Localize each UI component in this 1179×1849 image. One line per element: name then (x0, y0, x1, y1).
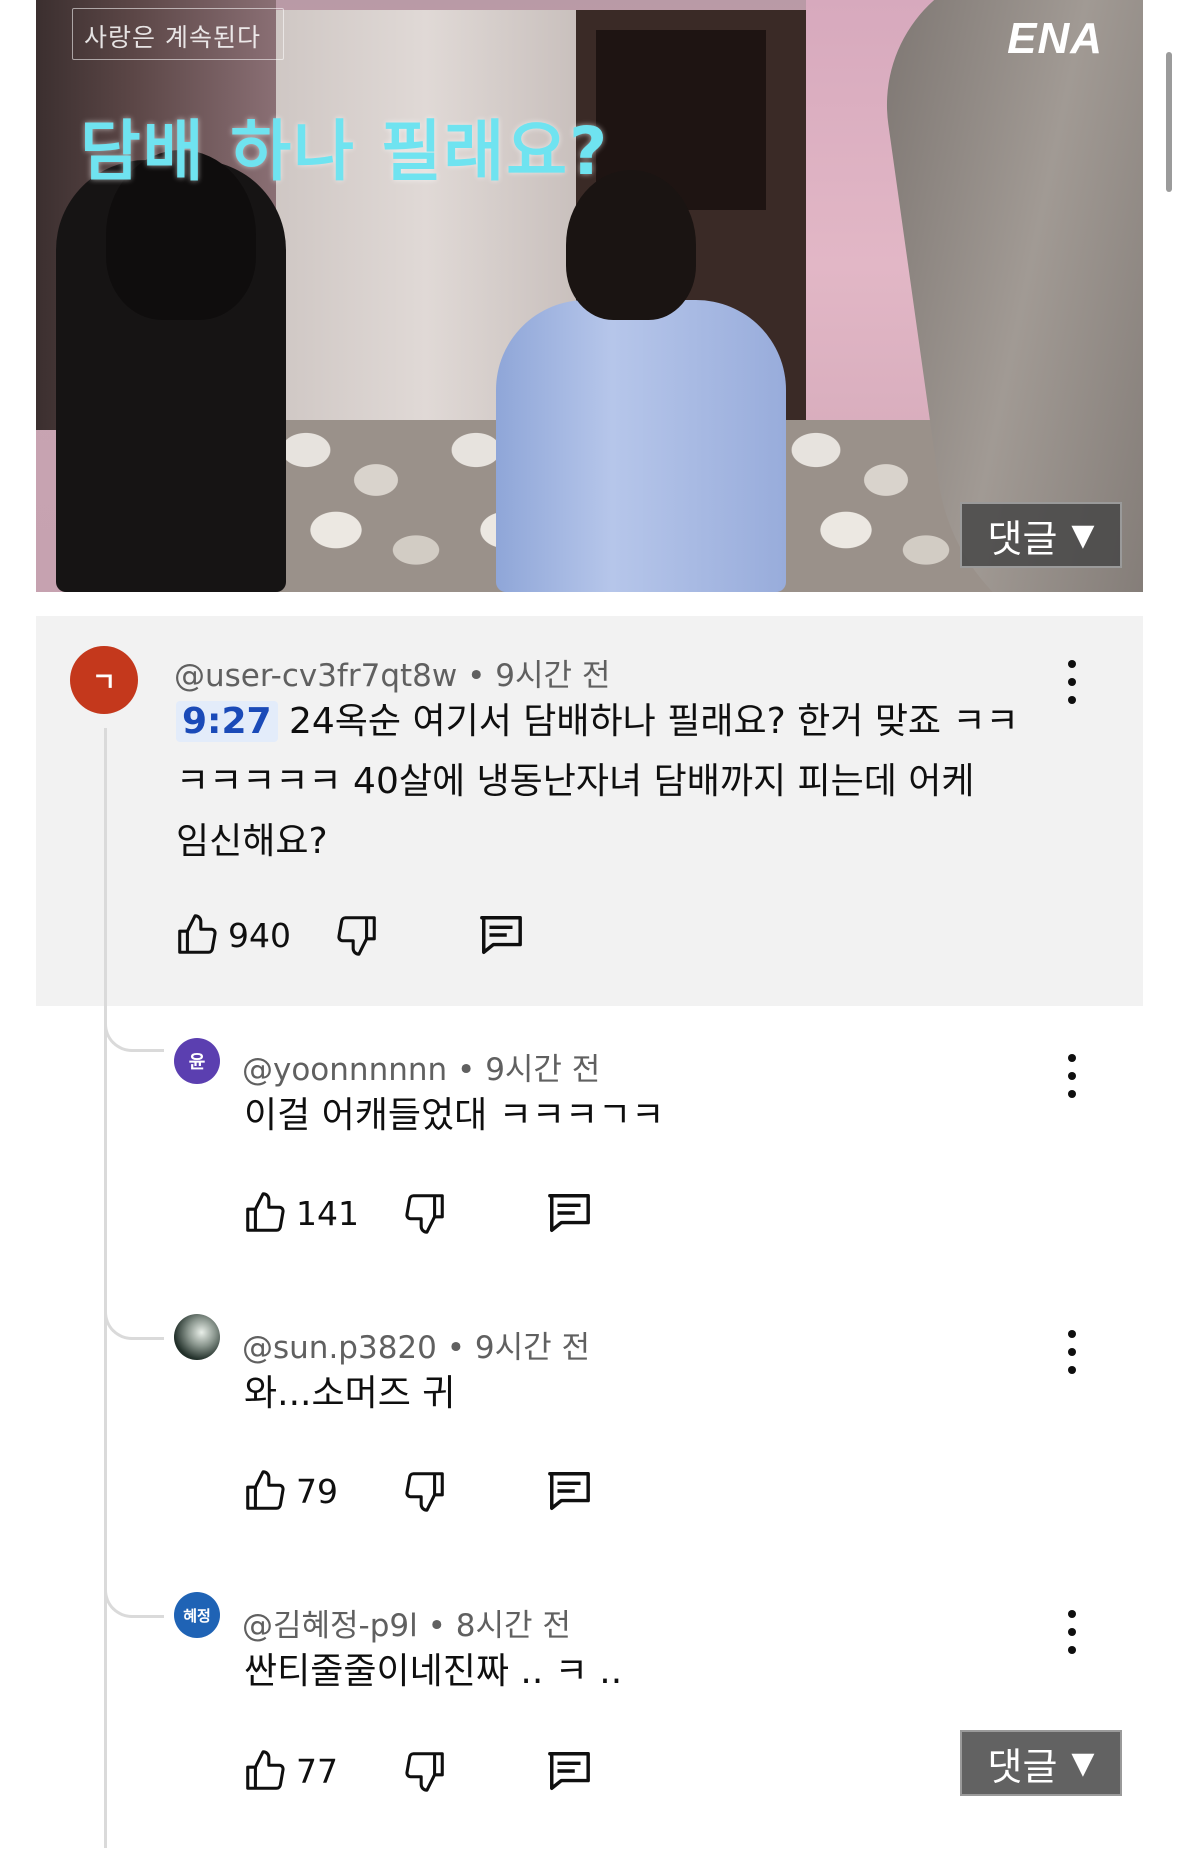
separator: • (446, 1330, 466, 1366)
comments-toggle-button[interactable]: 댓글 ▼ (960, 502, 1122, 568)
reply-button[interactable] (544, 1748, 594, 1794)
reply-author-line: @김혜정-p9l • 8시간 전 (242, 1600, 571, 1645)
thumbs-down-icon (405, 1472, 444, 1512)
thread-branch (104, 1560, 164, 1618)
thumbs-up-icon (246, 1750, 285, 1790)
channel-logo: ENA (1007, 14, 1103, 63)
comment-author-line: @user-cv3fr7qt8w • 9시간 전 (174, 650, 610, 695)
comments-button-label: 댓글 (987, 1744, 1058, 1789)
page: 사랑은 계속된다 ENA 담배 하나 필래요? 댓글 ▼ ㄱ @user-cv3… (0, 0, 1179, 1849)
reply-author[interactable]: @yoonnnnnn (242, 1052, 447, 1088)
scrollbar[interactable] (1166, 52, 1172, 192)
avatar-initial: 혜정 (183, 1606, 211, 1625)
like-count: 77 (296, 1751, 338, 1791)
reply-icon (548, 1194, 590, 1232)
thumbs-down-icon (405, 1752, 444, 1792)
comment-text-line-2: ㅋㅋㅋㅋㅋ 40살에 냉동난자녀 담배까지 피는데 어케 (176, 761, 975, 802)
thumbs-up-icon (246, 1470, 285, 1510)
reply-time: 8시간 전 (455, 1608, 571, 1644)
avatar[interactable]: 혜정 (174, 1592, 220, 1638)
reply-text: 와...소머즈 귀 (244, 1373, 456, 1414)
thumbs-up-icon (178, 914, 217, 954)
comment-text: 9:27 24옥순 여기서 담배하나 필래요? 한거 맞죠 ㅋㅋ ㅋㅋㅋㅋㅋ 4… (176, 692, 1076, 872)
dislike-button[interactable] (334, 912, 380, 958)
reply-time: 9시간 전 (485, 1052, 601, 1088)
dislike-button[interactable] (402, 1190, 448, 1236)
avatar[interactable]: 윤 (174, 1038, 220, 1084)
comment-author[interactable]: @user-cv3fr7qt8w (174, 658, 457, 694)
thumbs-down-icon (405, 1194, 444, 1234)
reply-icon (548, 1472, 590, 1510)
thumbs-up-icon (246, 1192, 285, 1232)
reply-button[interactable] (544, 1468, 594, 1514)
avatar-initial: ㄱ (92, 667, 116, 698)
video-subtitle: 담배 하나 필래요? (80, 113, 610, 190)
separator: • (427, 1608, 446, 1644)
avatar[interactable] (174, 1314, 220, 1360)
like-button[interactable]: 77 (242, 1748, 338, 1794)
reply-author-line: @yoonnnnnn • 9시간 전 (242, 1044, 600, 1089)
more-vert-icon[interactable] (1062, 1330, 1082, 1374)
reply-author[interactable]: @김혜정-p9l (242, 1608, 418, 1644)
avatar-initial: 윤 (188, 1052, 206, 1073)
chevron-down-icon: ▼ (1071, 517, 1095, 553)
reply-button[interactable] (476, 912, 526, 958)
comment-time: 9시간 전 (495, 658, 611, 694)
like-button[interactable]: 141 (242, 1190, 359, 1236)
like-count: 141 (296, 1193, 359, 1233)
like-button[interactable]: 940 (174, 912, 291, 958)
reply-text: 싼티줄줄이네진짜 .. ㅋ .. (244, 1651, 623, 1692)
thread-branch (104, 960, 164, 1052)
reply-author[interactable]: @sun.p3820 (242, 1330, 437, 1366)
thread-branch (104, 1280, 164, 1340)
reply-author-line: @sun.p3820 • 9시간 전 (242, 1322, 590, 1367)
dislike-button[interactable] (402, 1748, 448, 1794)
thumbs-down-icon (337, 916, 376, 956)
like-count: 940 (228, 915, 291, 955)
comment-text-line-3: 임신해요? (176, 821, 328, 862)
avatar[interactable]: ㄱ (70, 646, 138, 714)
program-label: 사랑은 계속된다 (84, 23, 261, 52)
comment-text-line-1: 9:27 24옥순 여기서 담배하나 필래요? 한거 맞죠 ㅋㅋ (176, 692, 1076, 752)
like-count: 79 (296, 1471, 338, 1511)
separator: • (467, 658, 486, 694)
like-button[interactable]: 79 (242, 1468, 338, 1514)
comments-button-label: 댓글 (987, 516, 1058, 561)
separator: • (457, 1052, 476, 1088)
reply-icon (548, 1752, 590, 1790)
more-vert-icon[interactable] (1062, 1610, 1082, 1654)
reply-button[interactable] (544, 1190, 594, 1236)
dislike-button[interactable] (402, 1468, 448, 1514)
reply-text: 이걸 어캐들었대 ㅋㅋㅋㄱㅋ (244, 1095, 665, 1136)
chevron-down-icon: ▼ (1071, 1745, 1095, 1781)
more-vert-icon[interactable] (1062, 1054, 1082, 1098)
comments-toggle-button[interactable]: 댓글 ▼ (960, 1730, 1122, 1796)
reply-icon (480, 916, 522, 954)
video-scene-person-right (496, 300, 786, 592)
reply-time: 9시간 전 (474, 1330, 591, 1366)
timestamp-link[interactable]: 9:27 (176, 701, 278, 742)
